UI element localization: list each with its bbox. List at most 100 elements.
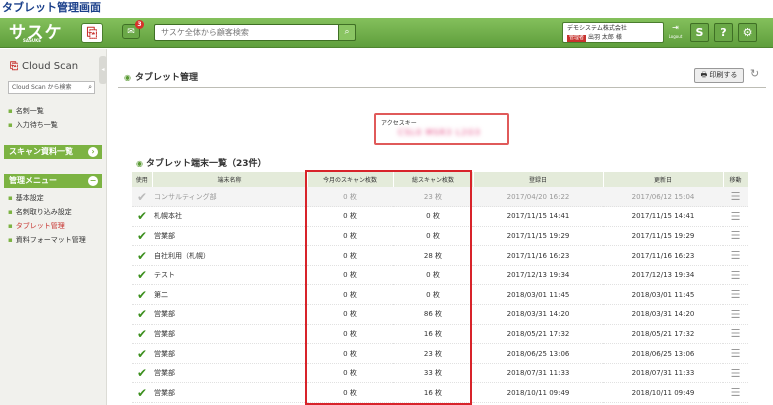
use-check-icon[interactable]: ✔ [137,268,147,282]
drag-handle-icon[interactable]: ☰ [731,269,741,282]
updated-date: 2017/11/16 16:23 [603,245,723,266]
s-button[interactable]: S [690,23,709,42]
access-key-label: アクセスキー [381,120,417,127]
divider [118,87,766,88]
tablet-list-title: タブレット端末一覧（23件） [136,156,267,169]
registered-date: 2017/11/15 14:41 [473,206,603,227]
tablet-name[interactable]: 営業部 [152,343,307,364]
sidebar-item-import-settings[interactable]: 名刺取り込み設定 [8,208,72,217]
admin-badge: 管理者 [567,35,587,42]
sidebar-item-basic-settings[interactable]: 基本設定 [8,194,44,203]
drag-handle-icon[interactable]: ☰ [731,367,741,380]
registered-date: 2018/06/25 13:06 [473,343,603,364]
notification-icon[interactable]: ✉ 3 [122,20,144,39]
registered-date: 2018/03/31 14:20 [473,304,603,325]
use-check-icon[interactable]: ✔ [137,249,147,263]
use-check-icon[interactable]: ✔ [137,347,147,361]
drag-handle-icon[interactable]: ☰ [731,249,741,262]
col-updated: 更新日 [603,172,724,187]
tablet-name[interactable]: テスト [152,265,307,286]
drag-handle-icon[interactable]: ☰ [731,308,741,321]
cloudscan-search-input[interactable]: Cloud Scan から検索 ⌕ [8,81,95,94]
page-caption: タブレット管理画面 [2,1,101,14]
cloudscan-app-icon[interactable]: ⎘ [81,23,103,43]
updated-date: 2018/10/11 09:49 [603,382,723,404]
search-icon[interactable]: ⌕ [338,24,356,41]
registered-date: 2018/05/21 17:32 [473,324,603,345]
logout-button[interactable]: ⇥ Logout [667,22,684,43]
highlight-box [305,170,472,405]
refresh-icon[interactable]: ↻ [750,67,759,80]
use-check-icon[interactable]: ✔ [137,386,147,400]
tablet-name[interactable]: 札幌本社 [152,206,307,227]
updated-date: 2018/05/21 17:32 [603,324,723,345]
tablet-name[interactable]: コンサルティング部 [152,187,307,208]
registered-date: 2018/10/11 09:49 [473,382,603,404]
sidebar-item-pending-list[interactable]: 入力待ち一覧 [8,121,58,130]
registered-date: 2018/07/31 11:33 [473,363,603,384]
page-title: タブレット管理 [124,70,198,83]
use-check-icon[interactable]: ✔ [137,229,147,243]
col-registered: 登録日 [473,172,604,187]
drag-handle-icon[interactable]: ☰ [731,327,741,340]
drag-handle-icon[interactable]: ☰ [731,229,741,242]
settings-gear-icon[interactable]: ⚙ [738,23,757,42]
drag-handle-icon[interactable]: ☰ [731,347,741,360]
use-check-icon[interactable]: ✔ [137,288,147,302]
tablet-name[interactable]: 営業部 [152,363,307,384]
user-info: デモシステム株式会社 管理者 出羽 太郎 様 [562,22,664,43]
col-name: 端末名称 [152,172,308,187]
tablet-name[interactable]: 営業部 [152,226,307,247]
tablet-name[interactable]: 営業部 [152,304,307,325]
tablet-name[interactable]: 営業部 [152,324,307,345]
sidebar-section-admin[interactable]: 管理メニュー − [4,174,102,188]
user-name: 出羽 太郎 様 [588,34,622,41]
updated-date: 2018/07/31 11:33 [603,363,723,384]
cloudscan-icon: ⎘ [10,61,18,72]
sidebar-collapse-handle[interactable]: ◂ [99,56,107,84]
print-button[interactable]: 🖶 印刷する [694,68,744,83]
sidebar-item-tablet-management[interactable]: タブレット管理 [8,222,65,231]
drag-handle-icon[interactable]: ☰ [731,288,741,301]
updated-date: 2018/03/31 14:20 [603,304,723,325]
col-use: 使用 [132,172,153,187]
cloudscan-title: ⎘ Cloud Scan [10,61,79,72]
access-key-box: アクセスキー CSL0 MSR3 L2O3 [374,113,509,145]
global-search-input[interactable]: サスケ全体から顧客検索 [154,24,356,41]
updated-date: 2018/06/25 13:06 [603,343,723,364]
registered-date: 2017/12/13 19:34 [473,265,603,286]
updated-date: 2017/11/15 14:41 [603,206,723,227]
drag-handle-icon[interactable]: ☰ [731,190,741,203]
app-logo[interactable]: サスケ SASUKE [9,22,63,44]
use-check-icon[interactable]: ✔ [137,366,147,380]
search-icon[interactable]: ⌕ [88,82,92,93]
registered-date: 2017/11/16 16:23 [473,245,603,266]
tablet-name[interactable]: 営業部 [152,382,307,404]
sidebar-item-meishi-list[interactable]: 名刺一覧 [8,107,44,116]
col-move: 移動 [723,172,749,187]
updated-date: 2017/12/13 19:34 [603,265,723,286]
updated-date: 2017/06/12 15:04 [603,187,723,208]
registered-date: 2018/03/01 11:45 [473,284,603,306]
use-check-icon[interactable]: ✔ [137,190,147,204]
chevron-right-icon: › [88,147,98,157]
minus-icon: − [88,176,98,186]
use-check-icon[interactable]: ✔ [137,209,147,223]
updated-date: 2018/03/01 11:45 [603,284,723,306]
sidebar: ⎘Cloud Scan Cloud Scan から検索⌕ 名刺一覧 入力待ち一覧… [0,49,107,405]
company-name: デモシステム株式会社 [567,25,627,32]
sidebar-item-format-management[interactable]: 資料フォーマット管理 [8,236,86,245]
help-button[interactable]: ? [714,23,733,42]
top-bar: サスケ SASUKE ⎘ ✉ 3 サスケ全体から顧客検索 ⌕ デモシステム株式会社 … [0,18,773,48]
registered-date: 2017/11/15 19:29 [473,226,603,247]
tablet-name[interactable]: 自社利用（札幌） [152,245,307,266]
sidebar-section-scan[interactable]: スキャン資料一覧 › [4,145,102,159]
registered-date: 2017/04/20 16:22 [473,187,603,208]
notification-badge: 3 [135,20,144,29]
drag-handle-icon[interactable]: ☰ [731,386,741,399]
drag-handle-icon[interactable]: ☰ [731,210,741,223]
use-check-icon[interactable]: ✔ [137,327,147,341]
access-key-value: CSL0 MSR3 L2O3 [398,128,481,137]
tablet-name[interactable]: 第二 [152,284,307,306]
use-check-icon[interactable]: ✔ [137,307,147,321]
